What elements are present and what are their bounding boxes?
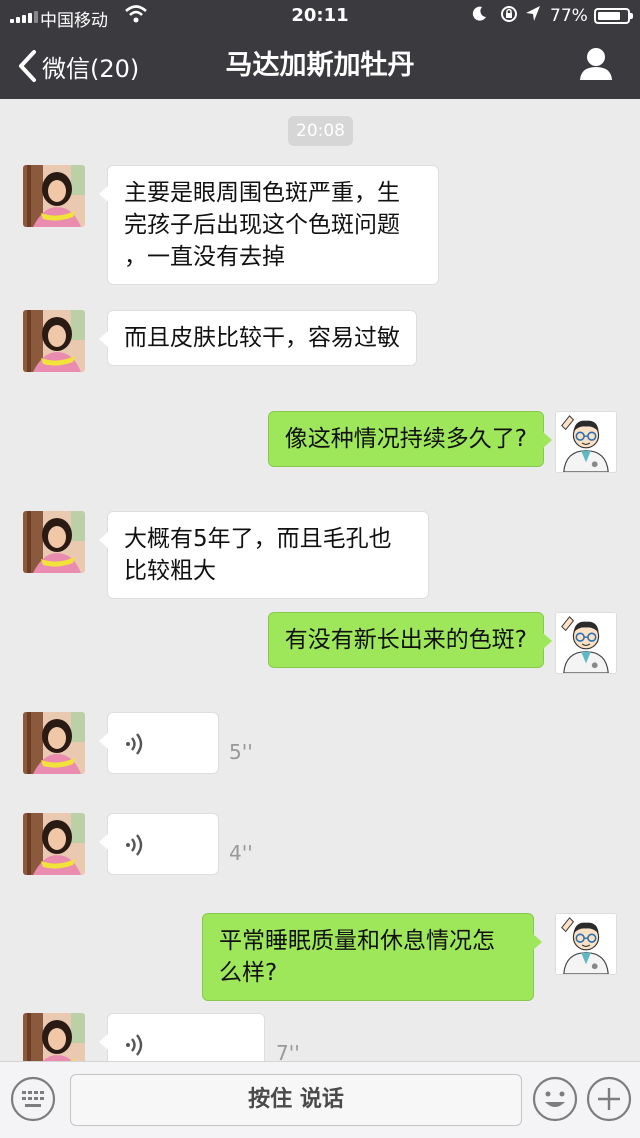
hold-to-talk-button[interactable]: 按住 说话 [70,1074,522,1126]
moon-icon [472,6,486,21]
contact-avatar[interactable] [23,1013,85,1061]
message-bubble-outgoing[interactable]: 有没有新长出来的色斑? [267,612,553,668]
voice-duration: 5'' [229,740,253,764]
voice-duration: 7'' [276,1041,300,1061]
timestamp-badge: 20:08 [288,116,353,146]
voice-wave-icon [126,1034,143,1056]
chat-area[interactable]: 20:08 主要是眼周围色斑严重，生 完孩子后出现这个色斑问题 ，一直没有去掉 … [0,99,640,1061]
location-icon [526,6,540,21]
battery-percent: 77% [550,6,588,26]
contact-avatar[interactable] [23,511,85,573]
contact-avatar[interactable] [23,310,85,372]
status-bar: 中国移动 20:11 77% [0,0,640,34]
contact-avatar[interactable] [23,165,85,227]
contact-avatar[interactable] [23,813,85,875]
input-bar: 按住 说话 [0,1061,640,1138]
my-avatar[interactable] [555,913,617,975]
voice-duration: 4'' [229,841,253,865]
voice-message[interactable] [99,712,219,774]
emoji-icon[interactable] [532,1076,578,1122]
message-bubble-outgoing[interactable]: 平常睡眠质量和休息情况怎 么样? [202,913,542,1001]
voice-message[interactable] [99,1013,265,1061]
voice-wave-icon [126,733,143,755]
orientation-lock-icon [501,6,517,22]
message-bubble-incoming[interactable]: 主要是眼周围色斑严重，生 完孩子后出现这个色斑问题 ，一直没有去掉 [99,165,439,285]
keyboard-icon[interactable] [10,1076,56,1122]
my-avatar[interactable] [555,411,617,473]
battery-fill [598,12,620,20]
message-bubble-incoming[interactable]: 而且皮肤比较干，容易过敏 [99,310,417,366]
status-time: 20:11 [291,5,349,26]
top-bar: 中国移动 20:11 77% 微信(20) 马达加斯加牡丹 [0,0,640,99]
message-bubble-incoming[interactable]: 大概有5年了，而且毛孔也 比较粗大 [99,511,429,599]
battery-icon [594,8,633,24]
voice-wave-icon [126,834,143,856]
message-bubble-outgoing[interactable]: 像这种情况持续多久了? [267,411,553,467]
chat-title: 马达加斯加牡丹 [225,50,415,81]
contact-avatar[interactable] [23,712,85,774]
my-avatar[interactable] [555,612,617,674]
voice-message[interactable] [99,813,219,875]
plus-icon[interactable] [586,1076,632,1122]
user-icon[interactable] [576,46,616,82]
